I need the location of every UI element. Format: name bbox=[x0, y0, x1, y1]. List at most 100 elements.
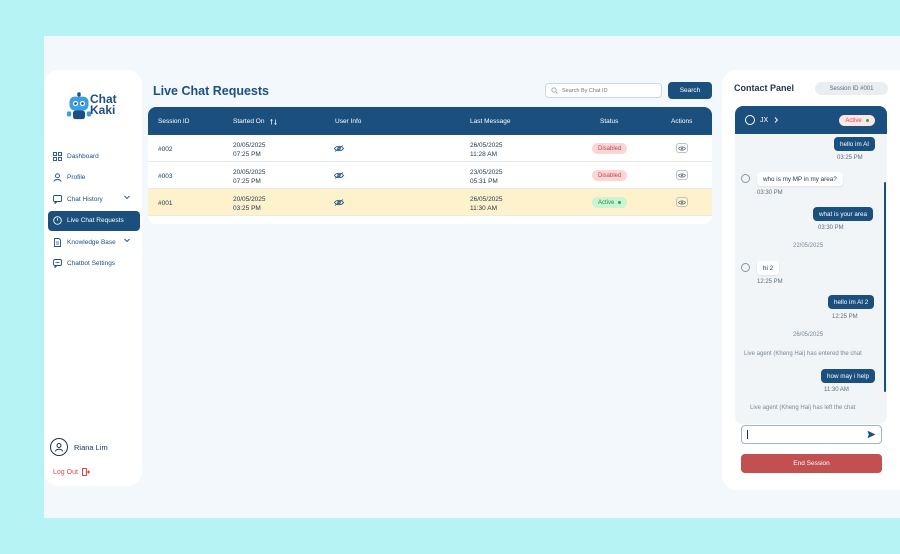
search-button[interactable]: Search bbox=[668, 82, 712, 99]
session-id-badge: Session ID #001 bbox=[815, 82, 888, 95]
chevron-right-icon bbox=[774, 117, 779, 123]
grid-icon bbox=[52, 151, 62, 161]
message-time: 12:25 PM bbox=[832, 314, 858, 320]
sidebar-item-label: Profile bbox=[67, 174, 86, 181]
text-caret bbox=[747, 430, 748, 439]
search-input[interactable] bbox=[562, 87, 657, 94]
column-last-message: Last Message bbox=[470, 118, 511, 125]
sidebar-nav: Dashboard Profile Chat History Live Chat… bbox=[48, 146, 140, 275]
chat-scrollbar[interactable] bbox=[884, 182, 886, 392]
document-icon bbox=[52, 237, 62, 247]
sidebar-item-label: Live Chat Requests bbox=[67, 217, 124, 224]
column-started-on-label: Started On bbox=[233, 118, 265, 125]
bot-avatar-icon bbox=[741, 174, 750, 183]
last-message: 26/05/2025 11:28 AM bbox=[470, 142, 503, 158]
avatar bbox=[50, 438, 68, 456]
end-session-button[interactable]: End Session bbox=[741, 454, 882, 473]
sort-icon[interactable] bbox=[270, 118, 278, 125]
message-bubble: hello im AI bbox=[834, 137, 876, 151]
sidebar-item-knowledge-base[interactable]: Knowledge Base bbox=[48, 232, 140, 252]
started-on: 20/05/2025 07:25 PM bbox=[233, 169, 266, 185]
message-input[interactable] bbox=[741, 425, 882, 444]
logout-icon bbox=[81, 468, 90, 476]
requests-table: Session ID Started On User Info Last Mes… bbox=[148, 107, 712, 224]
eye-icon[interactable] bbox=[334, 199, 344, 206]
clock-icon bbox=[52, 216, 62, 226]
logout-button[interactable]: Log Out bbox=[53, 468, 90, 476]
chat-status-badge: Active bbox=[839, 115, 875, 126]
system-message: Live agent (Kheng Hai) has left the chat bbox=[750, 405, 856, 411]
sidebar-item-label: Knowledge Base bbox=[67, 238, 116, 246]
column-actions: Actions bbox=[671, 118, 693, 125]
column-started-on[interactable]: Started On bbox=[233, 118, 278, 125]
robot-logo-icon bbox=[66, 92, 92, 120]
sidebar-item-dashboard[interactable]: Dashboard bbox=[48, 146, 140, 166]
message-time: 03:30 PM bbox=[818, 225, 844, 231]
date-separator: 26/05/2025 bbox=[793, 332, 824, 338]
eye-icon bbox=[678, 173, 686, 177]
search-icon bbox=[551, 87, 558, 94]
last-message: 23/05/2025 05:31 PM bbox=[470, 169, 503, 185]
chevron-down-icon bbox=[124, 195, 130, 200]
sidebar-item-label: Chatbot Settings bbox=[67, 260, 116, 267]
bot-avatar-icon bbox=[741, 263, 750, 272]
chat-header: JX Active bbox=[735, 106, 887, 134]
sidebar-item-label: Dashboard bbox=[67, 152, 99, 160]
session-id: #003 bbox=[158, 173, 173, 180]
status-badge: Disabled bbox=[592, 170, 628, 181]
view-button[interactable] bbox=[676, 197, 688, 207]
table-row[interactable]: #001 20/05/2025 03:25 PM 26/05/2025 11:30 … bbox=[148, 189, 712, 216]
message-time: 11:30 AM bbox=[824, 387, 849, 393]
message-bubble: what is your area bbox=[813, 207, 873, 221]
brand-name: Chat Kaki bbox=[90, 92, 117, 117]
chevron-down-icon bbox=[124, 238, 130, 243]
logout-label: Log Out bbox=[53, 468, 78, 476]
eye-icon bbox=[678, 200, 686, 204]
system-message: Live agent (Kheng Hai) has entered the c… bbox=[744, 351, 862, 357]
last-message: 26/05/2025 11:30 AM bbox=[470, 196, 503, 212]
sidebar-item-chatbot-settings[interactable]: Chatbot Settings bbox=[48, 254, 140, 274]
table-header: Session ID Started On User Info Last Mes… bbox=[148, 107, 712, 135]
view-button[interactable] bbox=[676, 170, 688, 180]
user-avatar-icon bbox=[55, 443, 63, 452]
send-icon[interactable] bbox=[867, 430, 876, 439]
message-bubble: hello im AI 2 bbox=[828, 295, 875, 309]
chat-icon bbox=[52, 194, 62, 204]
message-time: 03:25 PM bbox=[837, 155, 863, 161]
view-button[interactable] bbox=[676, 143, 688, 153]
search-box[interactable] bbox=[545, 83, 662, 98]
contact-panel-title: Contact Panel bbox=[734, 83, 795, 93]
eye-icon[interactable] bbox=[334, 145, 344, 152]
message-time: 12:25 PM bbox=[757, 279, 783, 285]
sidebar-item-profile[interactable]: Profile bbox=[48, 168, 140, 188]
message-bubble: how may i help bbox=[821, 369, 875, 383]
started-on: 20/05/2025 07:25 PM bbox=[233, 142, 266, 158]
column-status: Status bbox=[600, 118, 619, 125]
started-on: 20/05/2025 03:25 PM bbox=[233, 196, 266, 212]
sidebar-item-chat-history[interactable]: Chat History bbox=[48, 189, 140, 209]
sidebar-item-live-chat-requests[interactable]: Live Chat Requests bbox=[48, 210, 140, 231]
column-user-info: User Info bbox=[335, 118, 362, 125]
status-dot bbox=[618, 201, 622, 204]
message-settings-icon bbox=[52, 259, 62, 269]
status-badge: Disabled bbox=[592, 143, 628, 154]
page-title: Live Chat Requests bbox=[153, 84, 270, 98]
session-id: #001 bbox=[158, 200, 173, 207]
user-icon bbox=[52, 173, 62, 183]
table-row[interactable]: #003 20/05/2025 07:25 PM 23/05/2025 05:31 … bbox=[148, 162, 712, 189]
eye-icon bbox=[678, 146, 686, 150]
message-time: 03:30 PM bbox=[757, 190, 783, 196]
sidebar-item-label: Chat History bbox=[67, 195, 103, 203]
message-bubble: hi 2 bbox=[757, 261, 780, 275]
user-icon bbox=[745, 115, 755, 125]
user-profile[interactable]: Riana Lim bbox=[50, 438, 108, 456]
chat-user-initials: JX bbox=[760, 116, 769, 124]
chat-user[interactable]: JX bbox=[745, 115, 779, 125]
table-row[interactable]: #002 20/05/2025 07:25 PM 26/05/2025 11:28 … bbox=[148, 135, 712, 162]
sidebar: Chat Kaki Dashboard Profile Chat History bbox=[44, 70, 142, 486]
column-session-id[interactable]: Session ID bbox=[158, 118, 189, 125]
eye-icon[interactable] bbox=[334, 172, 344, 179]
status-dot bbox=[865, 119, 869, 122]
message-bubble: who is my MP in my area? bbox=[757, 172, 843, 186]
status-badge: Active bbox=[592, 197, 628, 208]
